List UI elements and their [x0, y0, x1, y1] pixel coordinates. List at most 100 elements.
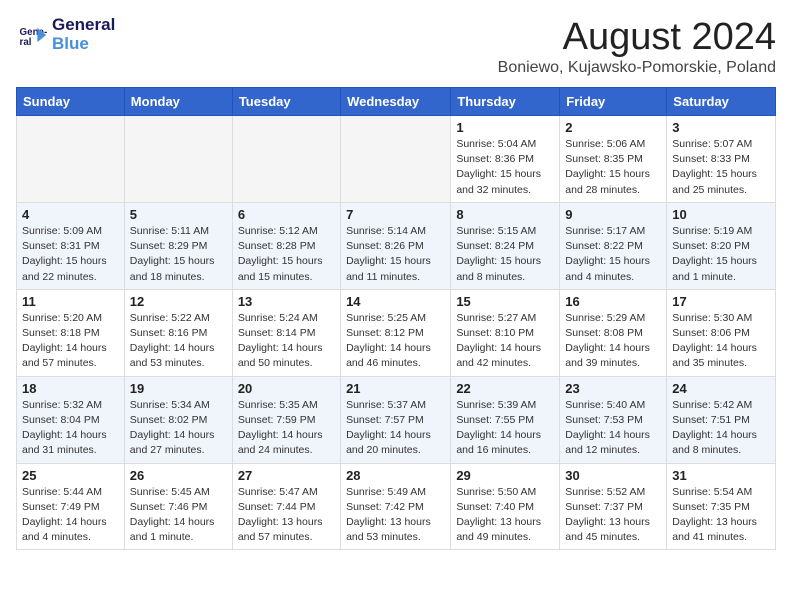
day-cell: 1 Sunrise: 5:04 AM Sunset: 8:36 PM Daylig…	[451, 116, 560, 203]
day-cell: 10Sunrise: 5:19 AM Sunset: 8:20 PM Dayli…	[667, 202, 776, 289]
day-cell: 14 Sunrise: 5:25 AM Sunset: 8:12 PM Dayli…	[341, 289, 451, 376]
day-cell	[124, 116, 232, 203]
day-info: Sunrise: 5:17 AM Sunset: 8:22 PM Dayligh…	[565, 224, 661, 285]
day-cell: 28Sunrise: 5:49 AM Sunset: 7:42 PM Dayli…	[341, 463, 451, 550]
day-info: Sunrise: 5:42 AM Sunset: 7:51 PM Dayligh…	[672, 398, 770, 459]
day-number: 7	[346, 207, 445, 222]
day-number: 27	[238, 468, 335, 483]
day-info: Sunrise: 5:15 AM Sunset: 8:24 PM Dayligh…	[456, 224, 554, 285]
month-title: August 2024	[498, 16, 776, 59]
col-header-tuesday: Tuesday	[232, 88, 340, 116]
day-info: Sunrise: 5:40 AM Sunset: 7:53 PM Dayligh…	[565, 398, 661, 459]
day-cell: 15Sunrise: 5:27 AM Sunset: 8:10 PM Dayli…	[451, 289, 560, 376]
day-cell: 30 Sunrise: 5:52 AM Sunset: 7:37 PM Dayli…	[560, 463, 667, 550]
calendar-table: SundayMondayTuesdayWednesdayThursdayFrid…	[16, 87, 776, 550]
day-cell: 11 Sunrise: 5:20 AM Sunset: 8:18 PM Dayli…	[17, 289, 125, 376]
col-header-sunday: Sunday	[17, 88, 125, 116]
day-info: Sunrise: 5:49 AM Sunset: 7:42 PM Dayligh…	[346, 485, 445, 546]
day-number: 22	[456, 381, 554, 396]
day-info: Sunrise: 5:29 AM Sunset: 8:08 PM Dayligh…	[565, 311, 661, 372]
day-number: 11	[22, 294, 119, 309]
day-cell: 5 Sunrise: 5:11 AM Sunset: 8:29 PM Daylig…	[124, 202, 232, 289]
day-number: 25	[22, 468, 119, 483]
col-header-thursday: Thursday	[451, 88, 560, 116]
day-info: Sunrise: 5:30 AM Sunset: 8:06 PM Dayligh…	[672, 311, 770, 372]
day-cell: 13Sunrise: 5:24 AM Sunset: 8:14 PM Dayli…	[232, 289, 340, 376]
day-cell: 31Sunrise: 5:54 AM Sunset: 7:35 PM Dayli…	[667, 463, 776, 550]
day-cell: 6 Sunrise: 5:12 AM Sunset: 8:28 PM Daylig…	[232, 202, 340, 289]
day-cell: 12 Sunrise: 5:22 AM Sunset: 8:16 PM Dayli…	[124, 289, 232, 376]
location: Boniewo, Kujawsko-Pomorskie, Poland	[498, 59, 776, 77]
day-info: Sunrise: 5:37 AM Sunset: 7:57 PM Dayligh…	[346, 398, 445, 459]
svg-text:ral: ral	[20, 36, 32, 47]
day-cell: 2 Sunrise: 5:06 AM Sunset: 8:35 PM Daylig…	[560, 116, 667, 203]
week-row-5: 25Sunrise: 5:44 AM Sunset: 7:49 PM Dayli…	[17, 463, 776, 550]
day-number: 5	[130, 207, 227, 222]
day-number: 23	[565, 381, 661, 396]
day-number: 1	[456, 120, 554, 135]
day-number: 21	[346, 381, 445, 396]
day-number: 4	[22, 207, 119, 222]
day-info: Sunrise: 5:19 AM Sunset: 8:20 PM Dayligh…	[672, 224, 770, 285]
day-cell	[232, 116, 340, 203]
day-number: 26	[130, 468, 227, 483]
day-number: 8	[456, 207, 554, 222]
week-row-4: 18 Sunrise: 5:32 AM Sunset: 8:04 PM Dayli…	[17, 376, 776, 463]
logo-icon: Gene- ral	[16, 19, 48, 51]
col-header-friday: Friday	[560, 88, 667, 116]
day-cell: 25Sunrise: 5:44 AM Sunset: 7:49 PM Dayli…	[17, 463, 125, 550]
day-cell: 24 Sunrise: 5:42 AM Sunset: 7:51 PM Dayli…	[667, 376, 776, 463]
day-cell: 17Sunrise: 5:30 AM Sunset: 8:06 PM Dayli…	[667, 289, 776, 376]
logo-line1: General	[52, 16, 115, 35]
day-cell: 26 Sunrise: 5:45 AM Sunset: 7:46 PM Dayli…	[124, 463, 232, 550]
day-cell: 20Sunrise: 5:35 AM Sunset: 7:59 PM Dayli…	[232, 376, 340, 463]
day-number: 14	[346, 294, 445, 309]
day-cell: 22 Sunrise: 5:39 AM Sunset: 7:55 PM Dayli…	[451, 376, 560, 463]
day-cell: 23 Sunrise: 5:40 AM Sunset: 7:53 PM Dayli…	[560, 376, 667, 463]
day-info: Sunrise: 5:07 AM Sunset: 8:33 PM Dayligh…	[672, 137, 770, 198]
day-info: Sunrise: 5:09 AM Sunset: 8:31 PM Dayligh…	[22, 224, 119, 285]
header-row: SundayMondayTuesdayWednesdayThursdayFrid…	[17, 88, 776, 116]
day-info: Sunrise: 5:20 AM Sunset: 8:18 PM Dayligh…	[22, 311, 119, 372]
title-block: August 2024 Boniewo, Kujawsko-Pomorskie,…	[498, 16, 776, 77]
day-info: Sunrise: 5:06 AM Sunset: 8:35 PM Dayligh…	[565, 137, 661, 198]
day-number: 18	[22, 381, 119, 396]
day-number: 29	[456, 468, 554, 483]
day-info: Sunrise: 5:22 AM Sunset: 8:16 PM Dayligh…	[130, 311, 227, 372]
day-cell: 19Sunrise: 5:34 AM Sunset: 8:02 PM Dayli…	[124, 376, 232, 463]
day-info: Sunrise: 5:39 AM Sunset: 7:55 PM Dayligh…	[456, 398, 554, 459]
col-header-saturday: Saturday	[667, 88, 776, 116]
col-header-wednesday: Wednesday	[341, 88, 451, 116]
day-info: Sunrise: 5:11 AM Sunset: 8:29 PM Dayligh…	[130, 224, 227, 285]
week-row-1: 1 Sunrise: 5:04 AM Sunset: 8:36 PM Daylig…	[17, 116, 776, 203]
logo-line2: Blue	[52, 35, 115, 54]
week-row-2: 4 Sunrise: 5:09 AM Sunset: 8:31 PM Daylig…	[17, 202, 776, 289]
day-info: Sunrise: 5:12 AM Sunset: 8:28 PM Dayligh…	[238, 224, 335, 285]
day-cell: 8 Sunrise: 5:15 AM Sunset: 8:24 PM Daylig…	[451, 202, 560, 289]
day-number: 12	[130, 294, 227, 309]
day-info: Sunrise: 5:47 AM Sunset: 7:44 PM Dayligh…	[238, 485, 335, 546]
day-cell	[17, 116, 125, 203]
day-info: Sunrise: 5:45 AM Sunset: 7:46 PM Dayligh…	[130, 485, 227, 546]
day-info: Sunrise: 5:25 AM Sunset: 8:12 PM Dayligh…	[346, 311, 445, 372]
day-cell: 27 Sunrise: 5:47 AM Sunset: 7:44 PM Dayli…	[232, 463, 340, 550]
day-info: Sunrise: 5:27 AM Sunset: 8:10 PM Dayligh…	[456, 311, 554, 372]
day-info: Sunrise: 5:32 AM Sunset: 8:04 PM Dayligh…	[22, 398, 119, 459]
day-number: 6	[238, 207, 335, 222]
day-info: Sunrise: 5:50 AM Sunset: 7:40 PM Dayligh…	[456, 485, 554, 546]
day-number: 16	[565, 294, 661, 309]
day-cell	[341, 116, 451, 203]
day-cell: 4 Sunrise: 5:09 AM Sunset: 8:31 PM Daylig…	[17, 202, 125, 289]
day-number: 24	[672, 381, 770, 396]
page-header: Gene- ral General Blue August 2024 Bonie…	[16, 16, 776, 77]
day-info: Sunrise: 5:52 AM Sunset: 7:37 PM Dayligh…	[565, 485, 661, 546]
day-number: 31	[672, 468, 770, 483]
day-number: 20	[238, 381, 335, 396]
day-number: 30	[565, 468, 661, 483]
day-number: 2	[565, 120, 661, 135]
day-info: Sunrise: 5:34 AM Sunset: 8:02 PM Dayligh…	[130, 398, 227, 459]
day-info: Sunrise: 5:04 AM Sunset: 8:36 PM Dayligh…	[456, 137, 554, 198]
day-cell: 7Sunrise: 5:14 AM Sunset: 8:26 PM Daylig…	[341, 202, 451, 289]
day-cell: 9Sunrise: 5:17 AM Sunset: 8:22 PM Daylig…	[560, 202, 667, 289]
day-cell: 29 Sunrise: 5:50 AM Sunset: 7:40 PM Dayli…	[451, 463, 560, 550]
